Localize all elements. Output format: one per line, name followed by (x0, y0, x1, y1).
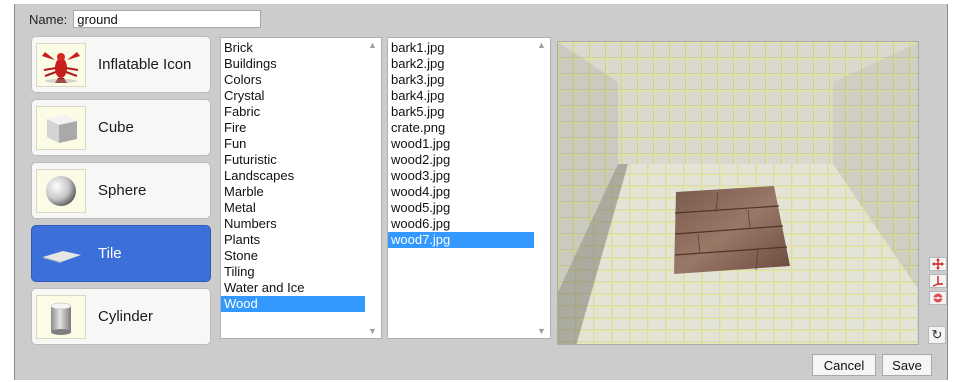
shape-button-tile[interactable]: Tile (31, 225, 211, 282)
category-item[interactable]: Futuristic (221, 152, 381, 168)
name-row: Name: (29, 10, 262, 28)
texture-item[interactable]: wood6.jpg (388, 216, 550, 232)
refresh-button[interactable]: ↻ (928, 326, 946, 344)
category-item[interactable]: Crystal (221, 88, 381, 104)
lobster-icon (36, 42, 86, 87)
category-item[interactable]: Fun (221, 136, 381, 152)
texture-preview[interactable] (557, 41, 919, 345)
shape-label: Cylinder (98, 308, 154, 325)
scroll-down-arrow-icon[interactable]: ▼ (368, 326, 377, 336)
shape-label: Tile (98, 245, 122, 262)
rotate-axis-tool-button[interactable] (929, 274, 947, 288)
category-item[interactable]: Landscapes (221, 168, 381, 184)
shape-button-sphere[interactable]: Sphere (31, 162, 211, 219)
texture-item[interactable]: crate.png (388, 120, 550, 136)
name-label: Name: (29, 11, 68, 27)
cancel-button[interactable]: Cancel (812, 354, 876, 376)
category-item[interactable]: Metal (221, 200, 381, 216)
texture-item[interactable]: bark5.jpg (388, 104, 550, 120)
shape-button-inflatable-icon[interactable]: Inflatable Icon (31, 36, 211, 93)
category-item[interactable]: Numbers (221, 216, 381, 232)
shape-label: Inflatable Icon (98, 56, 192, 73)
category-item[interactable]: Marble (221, 184, 381, 200)
tile-icon (36, 231, 86, 276)
texture-item[interactable]: wood7.jpg (388, 232, 550, 248)
move-icon (932, 258, 944, 270)
category-item[interactable]: Brick (221, 40, 381, 56)
texture-item[interactable]: wood4.jpg (388, 184, 550, 200)
texture-item[interactable]: wood1.jpg (388, 136, 550, 152)
texture-items: bark1.jpg bark2.jpg bark3.jpg bark4.jpg bark… (388, 38, 550, 248)
texture-list[interactable]: bark1.jpg bark2.jpg bark3.jpg bark4.jpg bark… (387, 37, 551, 339)
category-item[interactable]: Stone (221, 248, 381, 264)
texture-item[interactable]: wood5.jpg (388, 200, 550, 216)
shape-button-cylinder[interactable]: Cylinder (31, 288, 211, 345)
save-button[interactable]: Save (882, 354, 932, 376)
texture-item[interactable]: bark1.jpg (388, 40, 550, 56)
move-tool-button[interactable] (929, 257, 947, 271)
scroll-up-arrow-icon[interactable]: ▲ (368, 40, 377, 50)
shape-button-cube[interactable]: Cube (31, 99, 211, 156)
texture-item[interactable]: bark4.jpg (388, 88, 550, 104)
orbit-tool-button[interactable] (929, 291, 947, 305)
sphere-icon (36, 168, 86, 213)
shape-label: Sphere (98, 182, 147, 199)
refresh-icon: ↻ (931, 327, 943, 342)
texture-scrollbar[interactable]: ▲ ▼ (534, 38, 550, 338)
cylinder-icon (36, 294, 86, 339)
category-item[interactable]: Fabric (221, 104, 381, 120)
category-items: Brick Buildings Colors Crystal Fabric Fire Fun… (221, 38, 381, 312)
category-list[interactable]: Brick Buildings Colors Crystal Fabric Fire Fun… (220, 37, 382, 339)
cube-icon (36, 105, 86, 150)
category-item[interactable]: Buildings (221, 56, 381, 72)
texture-item[interactable]: bark3.jpg (388, 72, 550, 88)
scroll-down-arrow-icon[interactable]: ▼ (537, 326, 546, 336)
category-item[interactable]: Colors (221, 72, 381, 88)
name-input[interactable] (73, 10, 262, 28)
orbit-icon (933, 293, 943, 303)
scroll-up-arrow-icon[interactable]: ▲ (537, 40, 546, 50)
category-item[interactable]: Plants (221, 232, 381, 248)
shape-label: Cube (98, 119, 134, 136)
preview-room-render (558, 42, 918, 344)
category-item[interactable]: Tiling (221, 264, 381, 280)
category-item[interactable]: Fire (221, 120, 381, 136)
rotate-axis-icon (932, 276, 943, 287)
category-item[interactable]: Water and Ice (221, 280, 381, 296)
texture-item[interactable]: wood3.jpg (388, 168, 550, 184)
category-item[interactable]: Wood (221, 296, 381, 312)
texture-item[interactable]: bark2.jpg (388, 56, 550, 72)
texture-item[interactable]: wood2.jpg (388, 152, 550, 168)
texture-dialog: Name: Inflatable Icon Cube (14, 4, 948, 380)
category-scrollbar[interactable]: ▲ ▼ (365, 38, 381, 338)
